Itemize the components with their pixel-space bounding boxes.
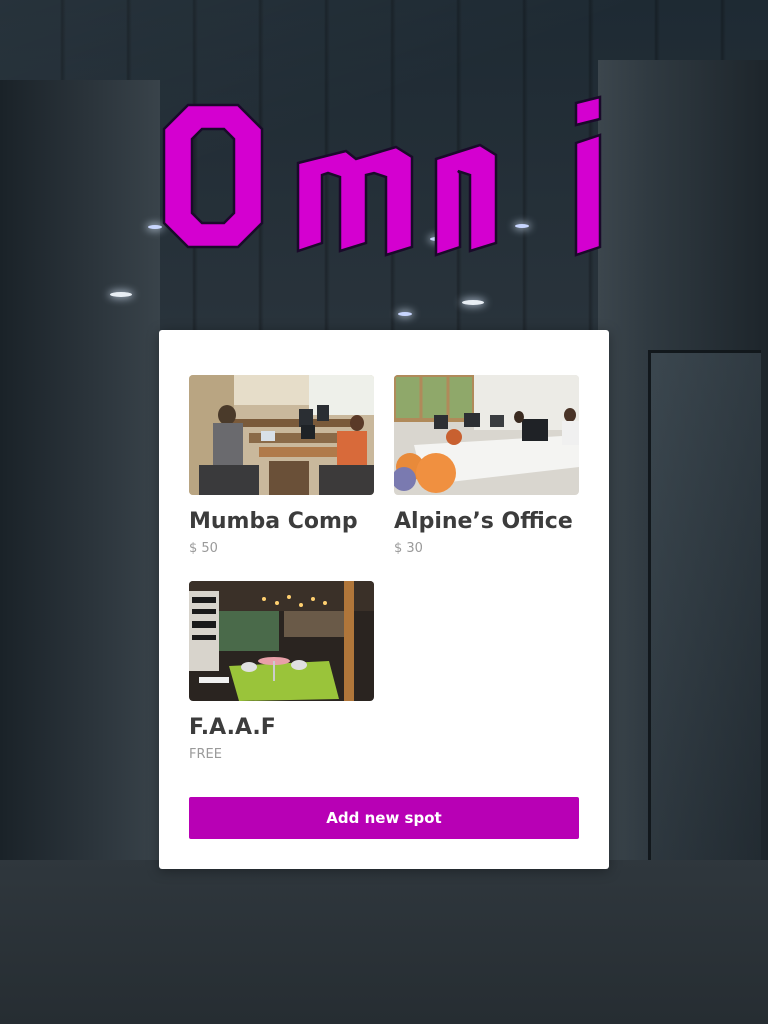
spot-card-mumba-comp[interactable]: Mumba Comp $ 50 bbox=[189, 375, 374, 557]
spot-title: F.A.A.F bbox=[189, 715, 276, 740]
spot-price: FREE bbox=[189, 747, 222, 762]
spot-card-faaf[interactable]: F.A.A.F FREE bbox=[189, 581, 374, 763]
spot-title: Alpine’s Office bbox=[394, 509, 573, 534]
ceiling-light bbox=[398, 312, 412, 316]
spot-photo-image bbox=[394, 375, 579, 495]
ceiling-light bbox=[110, 292, 132, 297]
spot-title: Mumba Comp bbox=[189, 509, 358, 534]
open-office-photo[interactable] bbox=[394, 375, 579, 495]
spot-card-alpines-office[interactable]: Alpine’s Office $ 30 bbox=[394, 375, 579, 557]
coworking-room-photo[interactable] bbox=[189, 375, 374, 495]
spot-photo-image bbox=[189, 581, 374, 701]
background-glass-door bbox=[648, 350, 761, 876]
app-screen: Mumba Comp $ 50 Alpine’s Office $ 30 F.A… bbox=[0, 0, 768, 1024]
spot-price: $ 50 bbox=[189, 541, 218, 556]
ceiling-light bbox=[462, 300, 484, 305]
spot-price: $ 30 bbox=[394, 541, 423, 556]
background-floor bbox=[0, 860, 768, 1024]
lounge-cafe-photo[interactable] bbox=[189, 581, 374, 701]
spots-card: Mumba Comp $ 50 Alpine’s Office $ 30 F.A… bbox=[159, 330, 609, 869]
add-new-spot-button[interactable]: Add new spot bbox=[189, 797, 579, 839]
spot-photo-image bbox=[189, 375, 374, 495]
omni-logo bbox=[162, 95, 602, 257]
